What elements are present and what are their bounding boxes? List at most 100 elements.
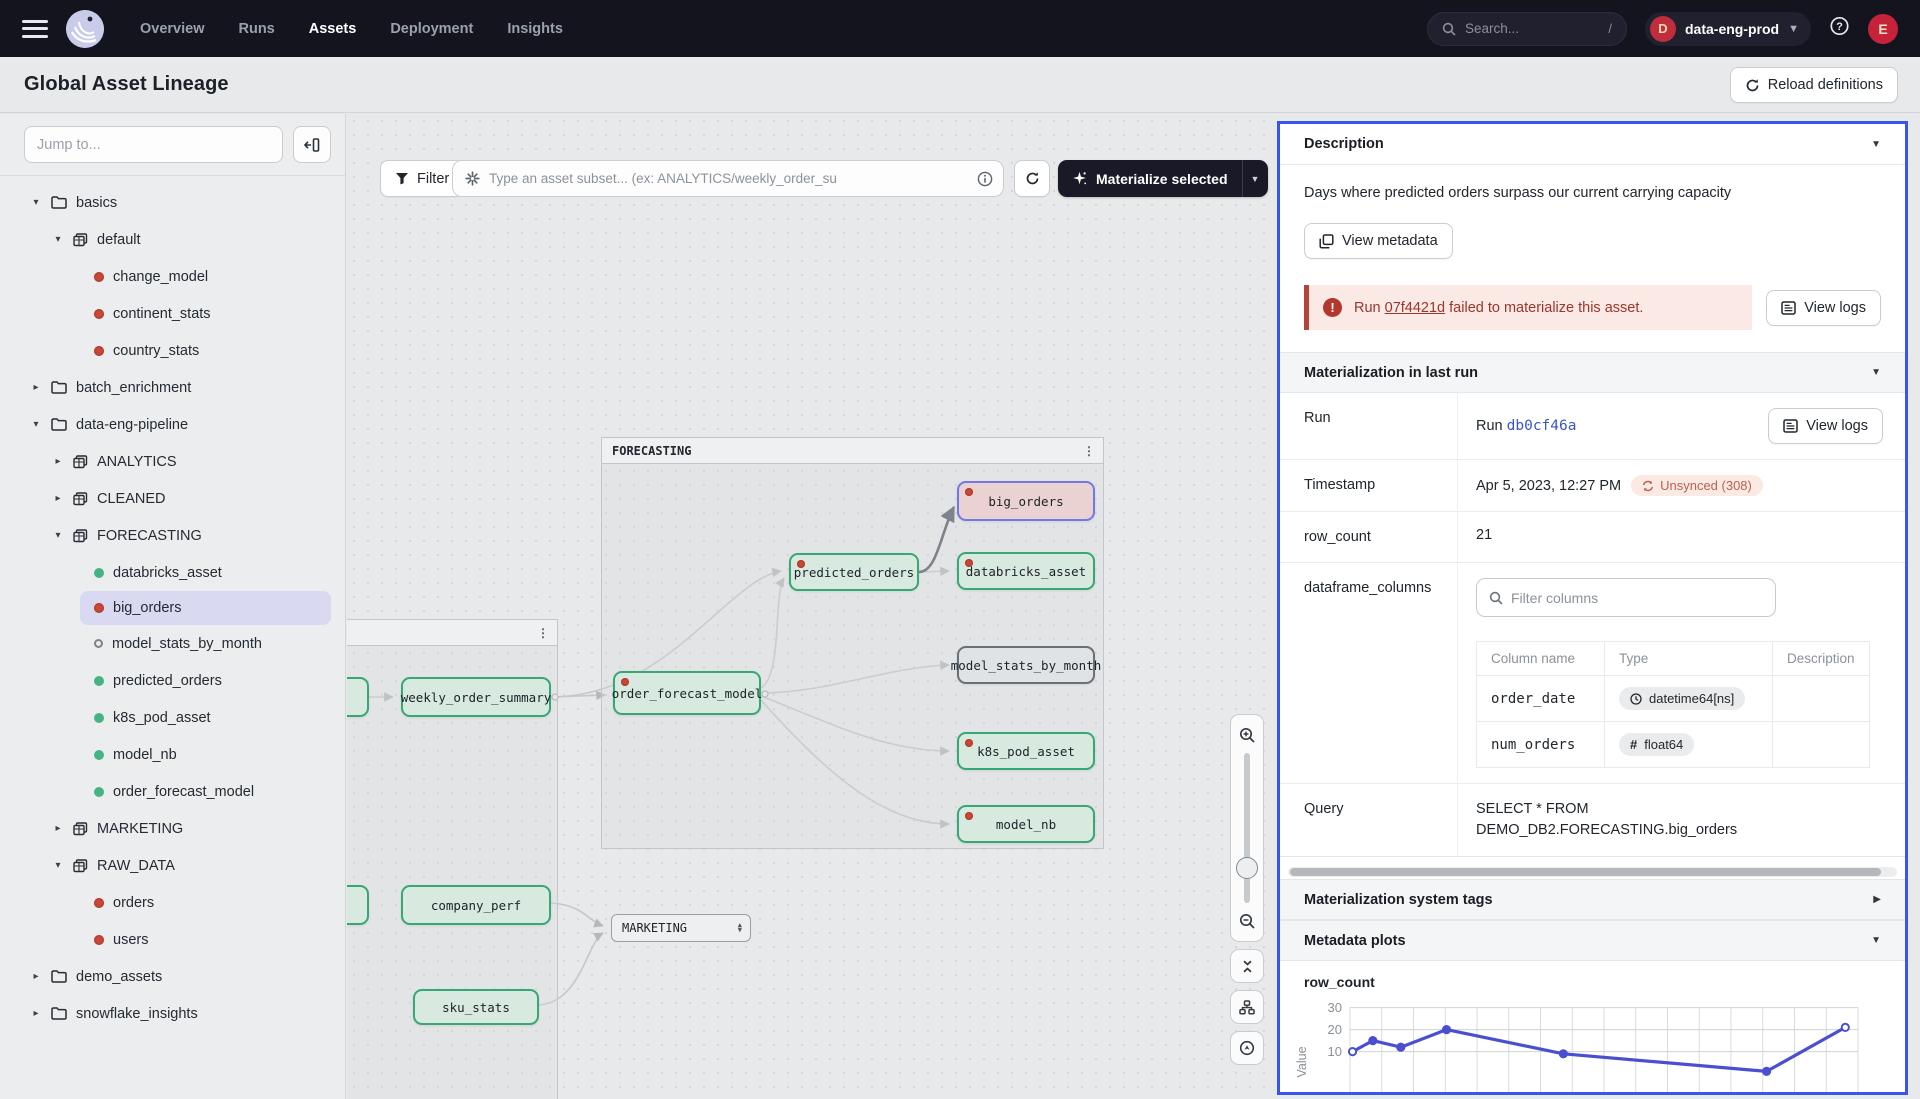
section-metadata-plots[interactable]: Metadata plots ▼ — [1280, 920, 1905, 961]
sync-icon — [1642, 480, 1654, 492]
tree-item-model_stats_by_month[interactable]: model_stats_by_month — [0, 625, 345, 662]
caret-right-icon[interactable]: ▸ — [52, 823, 64, 834]
row-query: Query SELECT * FROM DEMO_DB2.FORECASTING… — [1280, 784, 1905, 857]
nav-overview[interactable]: Overview — [140, 21, 205, 37]
asset-node-company_perf[interactable]: company_perf — [401, 885, 551, 925]
tree-item-orders[interactable]: orders — [0, 884, 345, 921]
tree-item-MARKETING[interactable]: ▸MARKETING — [0, 810, 345, 847]
zoom-slider-handle[interactable] — [1236, 857, 1258, 879]
section-system-tags[interactable]: Materialization system tags ▶ — [1280, 879, 1905, 920]
tree-item-model_nb[interactable]: model_nb — [0, 736, 345, 773]
expand-group-icon[interactable]: ▲▼ — [738, 923, 742, 933]
tree-item-change_model[interactable]: change_model — [0, 258, 345, 295]
tree-item-RAW_DATA[interactable]: ▾RAW_DATA — [0, 847, 345, 884]
view-metadata-button[interactable]: View metadata — [1304, 223, 1453, 259]
materialize-dropdown-toggle[interactable]: ▼ — [1242, 160, 1268, 197]
collapse-sidebar-button[interactable] — [293, 126, 331, 163]
tree-item-order_forecast_model[interactable]: order_forecast_model — [0, 773, 345, 810]
dagster-logo[interactable] — [66, 10, 104, 48]
failure-dot — [965, 488, 973, 496]
row-run: Run Run db0cf46a View logs — [1280, 393, 1905, 460]
lineage-graph-canvas[interactable]: ⋮ FORECASTING⋮ weekly_order_summary orde… — [347, 114, 1275, 1099]
run-id-link[interactable]: db0cf46a — [1507, 418, 1577, 434]
tree-item-default[interactable]: ▾default — [0, 221, 345, 258]
view-logs-button[interactable]: View logs — [1768, 408, 1883, 444]
caret-down-icon[interactable]: ▾ — [52, 530, 64, 541]
asset-node-databricks_asset[interactable]: databricks_asset — [957, 552, 1095, 590]
workspace-switcher[interactable]: D data-eng-prod ▼ — [1645, 12, 1811, 46]
reload-definitions-button[interactable]: Reload definitions — [1730, 67, 1898, 103]
tree-item-databricks_asset[interactable]: databricks_asset — [0, 554, 345, 591]
asset-node-k8s_pod_asset[interactable]: k8s_pod_asset — [957, 732, 1095, 770]
tree-item-continent_stats[interactable]: continent_stats — [0, 295, 345, 332]
tree-item-k8s_pod_asset[interactable]: k8s_pod_asset — [0, 699, 345, 736]
zoom-in-button[interactable] — [1231, 719, 1263, 751]
unsynced-badge[interactable]: Unsynced (308) — [1631, 475, 1763, 496]
tree-item-batch_enrichment[interactable]: ▸batch_enrichment — [0, 369, 345, 406]
info-icon[interactable] — [977, 171, 993, 187]
jump-to-input[interactable] — [24, 126, 283, 163]
caret-right-icon[interactable]: ▸ — [52, 456, 64, 467]
recenter-view-button[interactable] — [1230, 1031, 1264, 1065]
asset-node-predicted_orders[interactable]: predicted_orders — [789, 553, 919, 591]
caret-down-icon[interactable]: ▾ — [52, 234, 64, 245]
refresh-graph-button[interactable] — [1014, 160, 1050, 197]
asset-node-order_forecast_model[interactable]: order_forecast_model — [613, 671, 761, 715]
tree-item-basics[interactable]: ▾basics — [0, 184, 345, 221]
caret-down-icon[interactable]: ▾ — [52, 860, 64, 871]
caret-down-icon[interactable]: ▾ — [30, 197, 42, 208]
help-icon[interactable]: ? — [1829, 16, 1850, 42]
plot-title: row_count — [1280, 961, 1905, 992]
collapsed-group-node-marketing[interactable]: MARKETING▲▼ — [611, 914, 751, 942]
caret-right-icon[interactable]: ▸ — [30, 382, 42, 393]
collapse-groups-button[interactable] — [1230, 949, 1264, 983]
caret-right-icon[interactable]: ▸ — [30, 971, 42, 982]
tree-item-users[interactable]: users — [0, 921, 345, 958]
asset-node-model_nb[interactable]: model_nb — [957, 805, 1095, 843]
zoom-out-button[interactable] — [1231, 905, 1263, 937]
view-logs-button[interactable]: View logs — [1766, 290, 1881, 326]
status-dot-failed — [94, 272, 104, 282]
asset-node-offscreen-left-1[interactable] — [347, 677, 369, 717]
asset-node-model_stats_by_month[interactable]: model_stats_by_month — [957, 646, 1095, 684]
search-input[interactable] — [1465, 21, 1599, 36]
group-icon — [73, 455, 88, 469]
horizontal-scrollbar[interactable] — [1288, 867, 1897, 877]
nav-assets[interactable]: Assets — [309, 21, 357, 37]
tree-item-country_stats[interactable]: country_stats — [0, 332, 345, 369]
zoom-controls — [1230, 714, 1264, 1065]
asset-node-big_orders[interactable]: big_orders — [957, 481, 1095, 521]
filter-columns-input[interactable] — [1511, 590, 1763, 606]
group-menu-icon[interactable]: ⋮ — [537, 626, 549, 640]
asset-subset-input[interactable] — [489, 171, 968, 186]
hamburger-menu-icon[interactable] — [22, 20, 48, 38]
group-menu-icon[interactable]: ⋮ — [1083, 444, 1095, 458]
caret-right-icon[interactable]: ▸ — [52, 493, 64, 504]
clock-icon — [1630, 693, 1642, 705]
nav-runs[interactable]: Runs — [239, 21, 275, 37]
tree-item-FORECASTING[interactable]: ▾FORECASTING — [0, 517, 345, 554]
scrollbar-thumb[interactable] — [1290, 868, 1881, 876]
failed-run-link[interactable]: 07f4421d — [1385, 300, 1445, 316]
zoom-slider[interactable] — [1244, 753, 1250, 903]
materialize-selected-button[interactable]: Materialize selected ▼ — [1058, 160, 1268, 197]
tree-item-snowflake_insights[interactable]: ▸snowflake_insights — [0, 995, 345, 1032]
asset-node-sku_stats[interactable]: sku_stats — [413, 989, 539, 1025]
caret-right-icon[interactable]: ▸ — [30, 1008, 42, 1019]
global-search[interactable]: / — [1427, 12, 1627, 46]
tree-item-CLEANED[interactable]: ▸CLEANED — [0, 480, 345, 517]
caret-down-icon[interactable]: ▾ — [30, 419, 42, 430]
nav-insights[interactable]: Insights — [507, 21, 563, 37]
user-avatar[interactable]: E — [1868, 14, 1898, 44]
tree-item-predicted_orders[interactable]: predicted_orders — [0, 662, 345, 699]
section-materialization-last-run[interactable]: Materialization in last run ▼ — [1280, 352, 1905, 393]
asset-node-offscreen-left-2[interactable] — [347, 885, 369, 925]
tree-item-demo_assets[interactable]: ▸demo_assets — [0, 958, 345, 995]
tree-item-big_orders[interactable]: big_orders — [80, 591, 331, 625]
layout-graph-button[interactable] — [1230, 990, 1264, 1024]
asset-node-weekly_order_summary[interactable]: weekly_order_summary — [401, 677, 551, 717]
tree-item-ANALYTICS[interactable]: ▸ANALYTICS — [0, 443, 345, 480]
tree-item-data-eng-pipeline[interactable]: ▾data-eng-pipeline — [0, 406, 345, 443]
nav-deployment[interactable]: Deployment — [390, 21, 473, 37]
section-description[interactable]: Description ▼ — [1280, 124, 1905, 165]
